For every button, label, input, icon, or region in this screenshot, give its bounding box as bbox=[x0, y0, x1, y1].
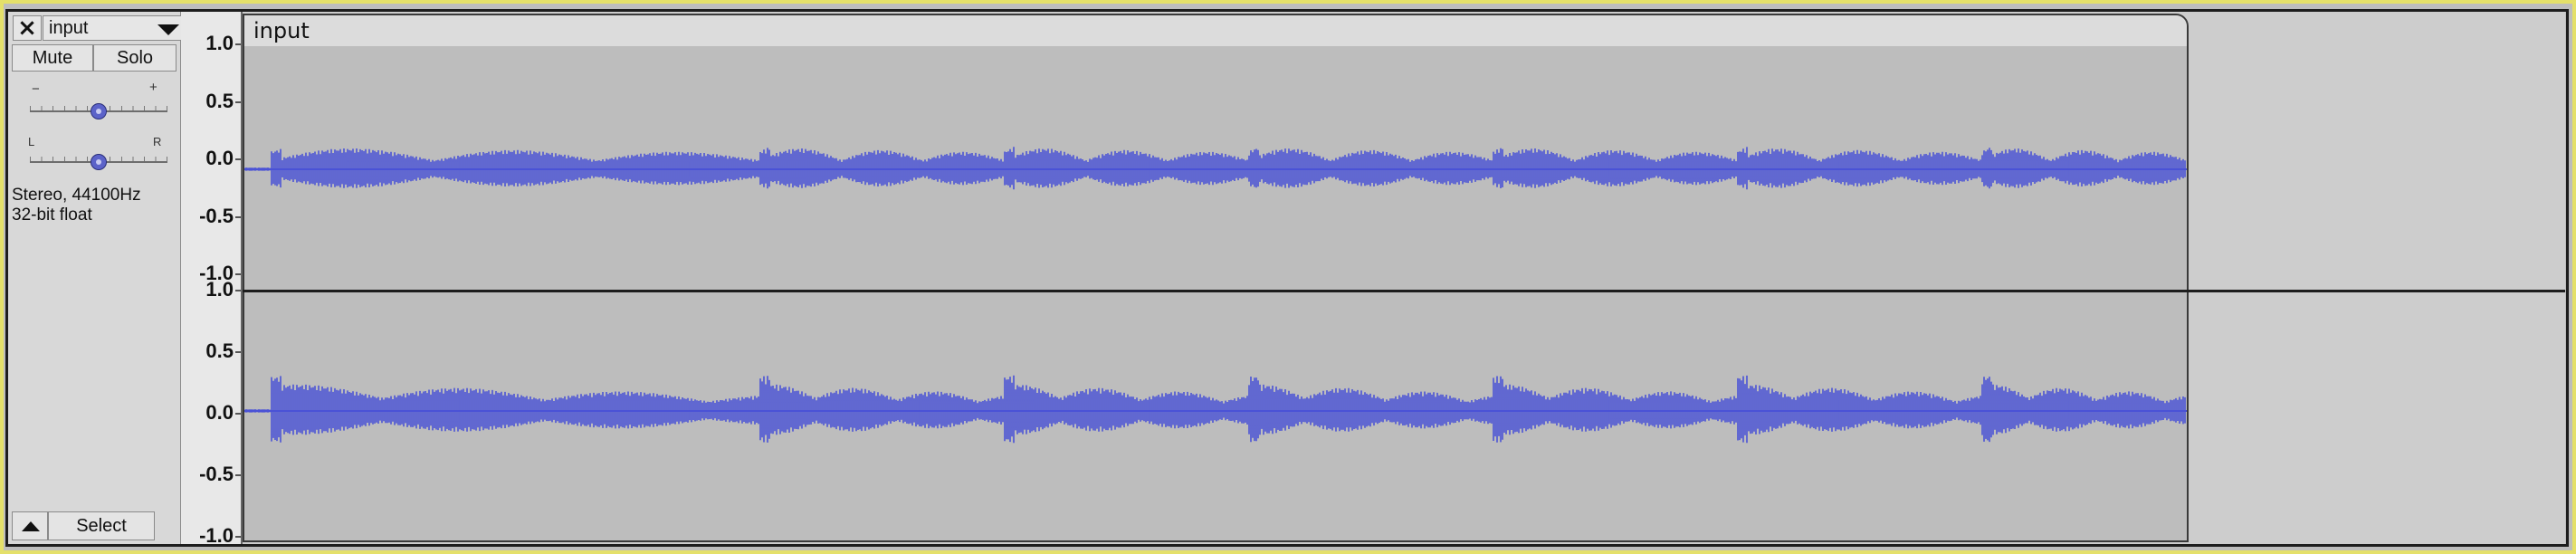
audio-clip[interactable]: input bbox=[243, 14, 2189, 542]
ruler-tick bbox=[235, 536, 241, 538]
vertical-ruler: 1.0 1.0 0.5 0.5 0.0 0.0 -0.5 -0.5 -1.0 -1.0 bbox=[181, 12, 243, 547]
ruler-label-ch1-4: -1.0 bbox=[199, 262, 234, 284]
gain-slider-thumb[interactable] bbox=[91, 103, 107, 119]
solo-button[interactable]: Solo bbox=[93, 44, 177, 72]
ruler-label-ch2-4: -1.0 bbox=[199, 524, 234, 547]
track-format-info: Stereo, 44100Hz bbox=[12, 186, 141, 205]
collapse-track-button[interactable] bbox=[12, 511, 48, 540]
track-control-panel: × input Mute Solo − + L R Stereo, 44100H… bbox=[8, 12, 187, 544]
track-menu-button[interactable]: input bbox=[43, 15, 187, 41]
pan-slider-thumb[interactable] bbox=[91, 154, 107, 170]
track-bit-depth-info: 32-bit float bbox=[12, 205, 92, 224]
ruler-tick bbox=[235, 158, 241, 160]
select-track-button[interactable]: Select bbox=[48, 511, 155, 540]
ruler-label-ch1-2: 0.0 bbox=[205, 147, 234, 169]
gain-minus-label: − bbox=[32, 81, 40, 97]
dropdown-arrow-icon bbox=[157, 24, 179, 35]
close-icon: × bbox=[17, 14, 37, 42]
mute-button[interactable]: Mute bbox=[12, 44, 93, 72]
ruler-label-ch2-1: 0.5 bbox=[205, 339, 234, 362]
triangle-up-icon bbox=[22, 521, 40, 531]
ruler-tick bbox=[235, 290, 241, 291]
channel-divider bbox=[243, 290, 2565, 292]
ruler-label-ch2-2: 0.0 bbox=[205, 401, 234, 424]
waveform-channel-1 bbox=[244, 147, 2186, 190]
track-clip-area[interactable]: input bbox=[243, 12, 2565, 544]
waveform-channel-2 bbox=[244, 375, 2186, 444]
ruler-tick bbox=[235, 351, 241, 353]
ruler-tick bbox=[235, 413, 241, 415]
track-name-label: input bbox=[49, 18, 89, 38]
ruler-label-ch1-0: 1.0 bbox=[205, 32, 234, 54]
ruler-tick bbox=[235, 215, 241, 218]
waveform bbox=[244, 147, 2187, 444]
ruler-label-ch1-3: -0.5 bbox=[199, 204, 234, 227]
ruler-tick bbox=[235, 43, 241, 45]
pan-right-label: R bbox=[153, 135, 162, 148]
close-track-button[interactable]: × bbox=[13, 15, 42, 41]
ruler-tick bbox=[235, 273, 241, 275]
ruler-label-ch1-1: 0.5 bbox=[205, 89, 234, 112]
ruler-tick bbox=[235, 100, 241, 103]
ruler-tick bbox=[235, 474, 241, 476]
ruler-label-ch2-3: -0.5 bbox=[199, 463, 234, 485]
pan-left-label: L bbox=[28, 135, 35, 148]
gain-plus-label: + bbox=[149, 80, 157, 95]
